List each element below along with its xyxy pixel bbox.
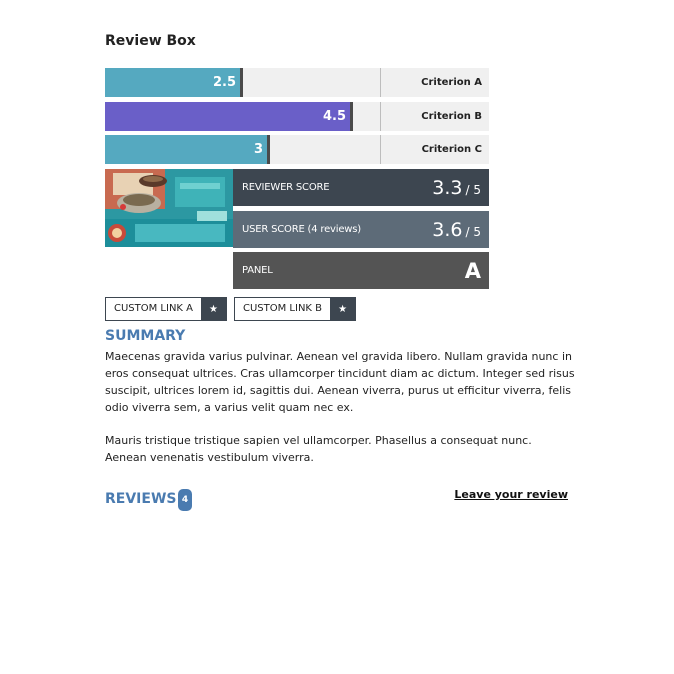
reviewer-score-value-wrap: 3.3/ 5: [432, 177, 481, 199]
reviewer-score-max: / 5: [465, 182, 482, 197]
criterion-row-b: 4.5 Criterion B: [105, 102, 489, 131]
review-thumbnail-image: [105, 169, 233, 247]
custom-link-a-label: CUSTOM LINK A: [114, 303, 194, 314]
star-icon: ★: [201, 298, 227, 320]
summary-paragraph-2: Mauris tristique tristique sapien vel ul…: [105, 434, 532, 464]
summary-heading: SUMMARY: [105, 328, 186, 344]
summary-paragraph-1: Maecenas gravida varius pulvinar. Aenean…: [105, 350, 575, 414]
reviews-count-badge: 4: [178, 489, 192, 511]
star-icon: ★: [330, 298, 356, 320]
user-score-box: USER SCORE (4 reviews) 3.6/ 5: [233, 211, 489, 248]
custom-link-b-button[interactable]: CUSTOM LINK B ★: [234, 297, 357, 321]
criterion-divider: [380, 135, 381, 164]
panel-box: PANEL A: [233, 252, 489, 289]
review-box-title: Review Box: [105, 33, 196, 49]
criterion-value-b: 4.5: [322, 109, 346, 124]
criterion-bar-b: 4.5: [105, 102, 353, 131]
custom-link-b-label: CUSTOM LINK B: [243, 303, 323, 314]
criterion-row-a: 2.5 Criterion A: [105, 68, 489, 97]
criterion-value-a: 2.5: [212, 75, 236, 90]
user-score-value-wrap: 3.6/ 5: [432, 219, 481, 241]
user-score-value: 3.6: [432, 218, 463, 241]
leave-review-link[interactable]: Leave your review: [454, 488, 568, 501]
reviewer-score-value: 3.3: [432, 176, 463, 199]
criterion-divider: [380, 102, 381, 131]
user-score-max: / 5: [465, 224, 482, 239]
criterion-label-b: Criterion B: [421, 111, 482, 122]
criterion-bar-c: 3: [105, 135, 270, 164]
criterion-value-c: 3: [253, 142, 263, 157]
reviewer-score-label: REVIEWER SCORE: [242, 182, 330, 193]
reviewer-score-box: REVIEWER SCORE 3.3/ 5: [233, 169, 489, 206]
criterion-divider: [380, 68, 381, 97]
user-score-label: USER SCORE (4 reviews): [242, 224, 361, 235]
panel-label: PANEL: [242, 265, 273, 276]
criterion-row-c: 3 Criterion C: [105, 135, 489, 164]
custom-link-a-button[interactable]: CUSTOM LINK A ★: [105, 297, 228, 321]
criterion-bar-a: 2.5: [105, 68, 243, 97]
reviews-heading: REVIEWS: [105, 491, 177, 507]
criterion-label-a: Criterion A: [421, 77, 482, 88]
criterion-label-c: Criterion C: [421, 144, 482, 155]
panel-grade: A: [464, 258, 481, 283]
